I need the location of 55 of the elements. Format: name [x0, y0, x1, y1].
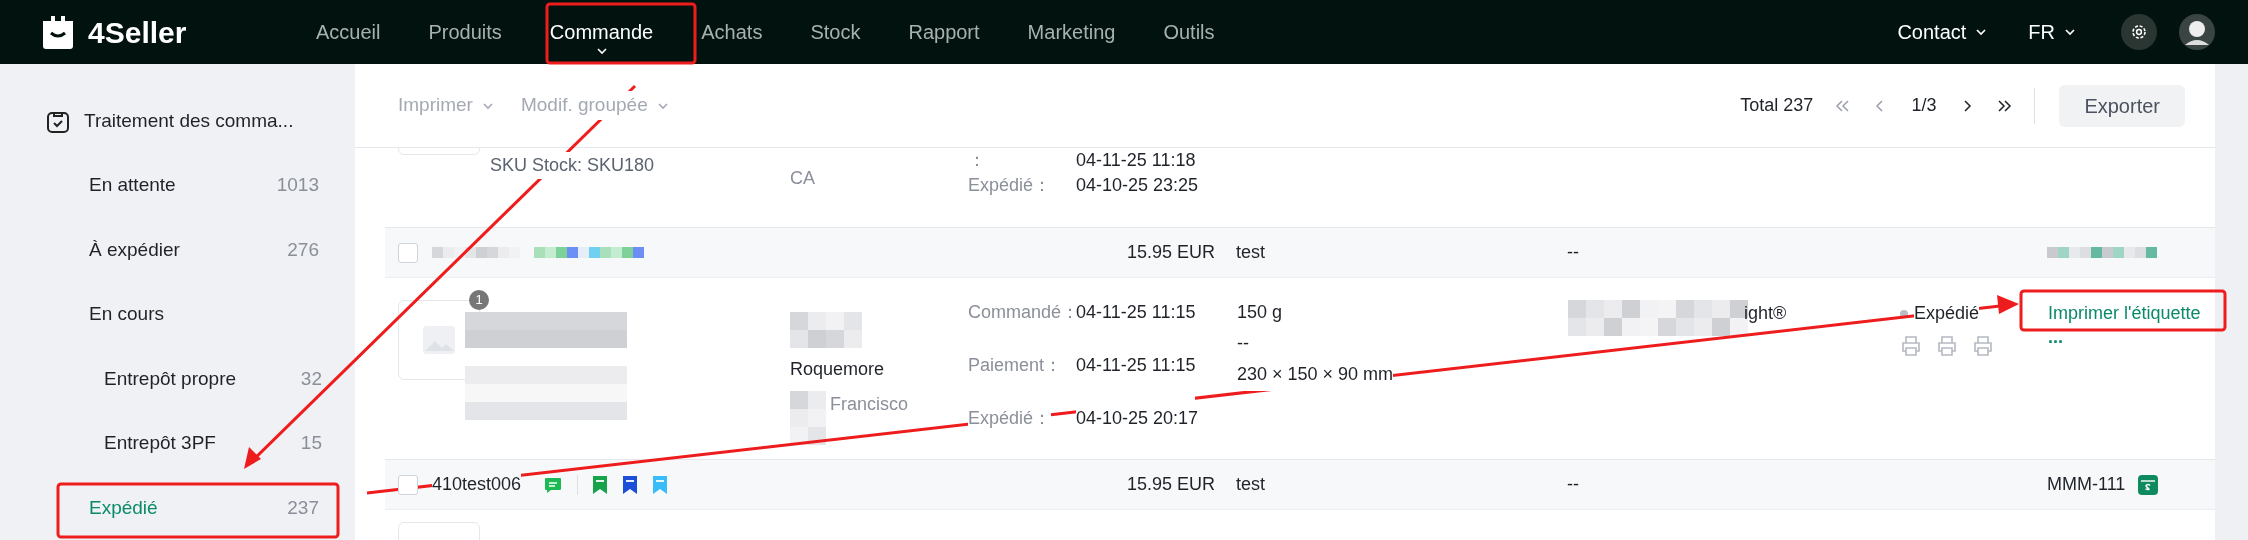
- avatar-icon[interactable]: [2179, 14, 2215, 50]
- printer-icon[interactable]: [1936, 335, 1958, 357]
- sku-text: SKU Stock: SKU180: [490, 152, 655, 179]
- export-button[interactable]: Exporter: [2059, 84, 2185, 127]
- settings-icon[interactable]: [2121, 14, 2157, 50]
- page-indicator: 1/3: [1911, 94, 1937, 117]
- more-button[interactable]: ...: [2048, 327, 2063, 347]
- store-name: MMM-111: [2047, 473, 2126, 496]
- contact-menu[interactable]: Contact: [1897, 17, 1989, 47]
- nav-tab[interactable]: Accueil: [292, 0, 405, 64]
- order-price: 15.95 EUR: [1125, 473, 1215, 496]
- customer-city: Francisco: [830, 393, 909, 416]
- nav-tab[interactable]: Commande: [525, 0, 678, 64]
- sidebar-item[interactable]: Expédié 237: [24, 475, 319, 540]
- nav-tab[interactable]: Stock: [786, 0, 885, 64]
- pixelated-area: [790, 391, 826, 445]
- volume-weight-text: --: [1237, 332, 1250, 355]
- item-count: 237: [287, 495, 319, 520]
- nav-tab[interactable]: Achats: [677, 0, 787, 64]
- item-count: 1013: [276, 173, 319, 197]
- printer-icon[interactable]: [1972, 335, 1994, 357]
- row-checkbox[interactable]: [398, 242, 418, 263]
- customer-name: Roquemore: [790, 358, 886, 381]
- sidebar-item[interactable]: Entrepôt propre 32: [24, 346, 319, 411]
- item-count: 276: [287, 237, 319, 262]
- quantity-badge: 1: [469, 290, 489, 310]
- total-count: Total 237: [1740, 94, 1814, 117]
- order-note: test: [1236, 474, 1265, 494]
- nav-tab[interactable]: Marketing: [1003, 0, 1140, 64]
- order-note: test: [1236, 242, 1265, 262]
- logo-icon: [40, 15, 76, 49]
- image-icon: [422, 325, 456, 355]
- order-price: 15.95 EUR: [1125, 241, 1215, 264]
- sidebar-item[interactable]: En cours: [24, 282, 319, 347]
- clipboard-icon: [46, 109, 70, 134]
- region-text: CA: [790, 168, 815, 188]
- language-menu[interactable]: FR: [2028, 17, 2077, 47]
- item-count: 32: [300, 366, 322, 391]
- nav-tab[interactable]: Rapport: [884, 0, 1004, 64]
- printer-icon[interactable]: [1900, 335, 1922, 357]
- item-count: 15: [300, 431, 322, 455]
- logo-text: 4Seller: [88, 14, 187, 51]
- nav-tab[interactable]: Produits: [404, 0, 526, 64]
- pixelated-area: [790, 312, 862, 348]
- tracking-number: --: [1567, 242, 1579, 262]
- print-label-link[interactable]: Imprimer l'étiquette: [2048, 300, 2201, 327]
- sidebar-item[interactable]: À expédier 276: [24, 217, 319, 282]
- sidebar-item[interactable]: En attente 1013: [24, 153, 319, 218]
- row-checkbox[interactable]: [398, 474, 418, 495]
- store-icon: [2137, 473, 2160, 496]
- weight-text: 150 g: [1237, 301, 1284, 324]
- nav-tab[interactable]: Outils: [1139, 0, 1239, 64]
- sidebar-section-title: Traitement des comma...: [84, 109, 294, 134]
- carrier-name: ight®: [1744, 302, 1787, 325]
- tracking-number: --: [1567, 474, 1579, 494]
